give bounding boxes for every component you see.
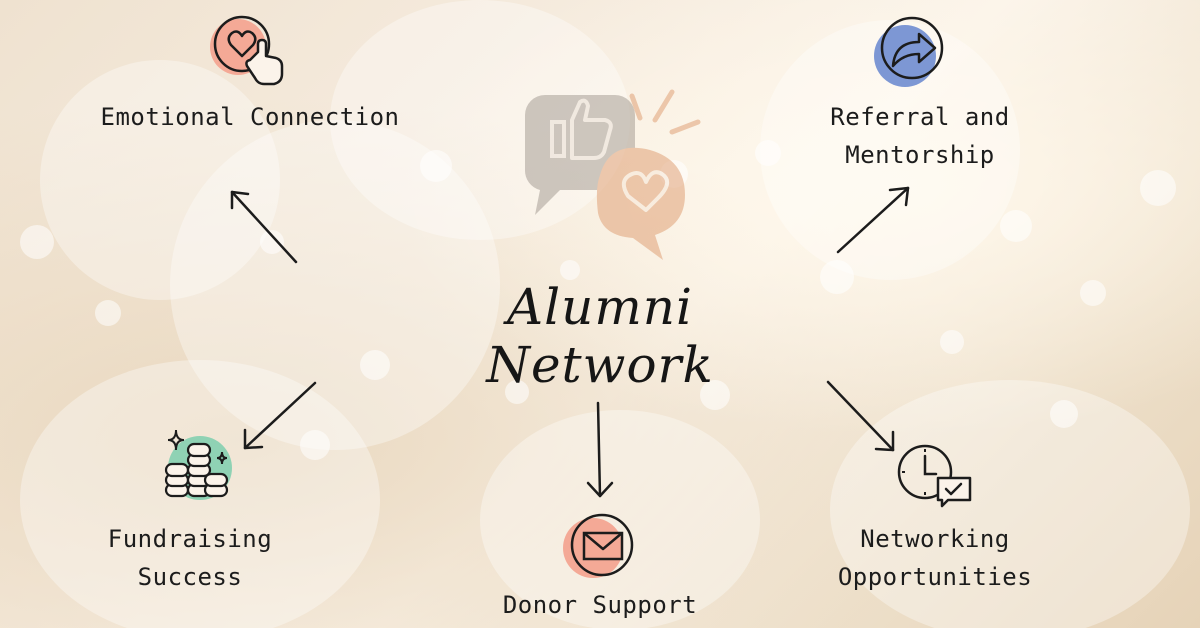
envelope-icon: [563, 513, 634, 578]
arrow-to-referral-mentorship: [836, 186, 910, 254]
node-fundraising-success: Fundraising Success: [60, 520, 320, 596]
share-arrow-icon: [874, 16, 944, 87]
arrow-to-donor-support: [586, 401, 614, 498]
node-label: Referral and Mentorship: [830, 103, 1010, 169]
node-emotional-connection: Emotional Connection: [100, 98, 400, 136]
diagram-title: Alumni Network: [486, 278, 714, 394]
node-networking-opportunities: Networking Opportunities: [800, 520, 1070, 596]
coin-stacks-icon: [164, 429, 232, 500]
node-donor-support: Donor Support: [460, 586, 740, 624]
arrow-to-networking-opportunities: [826, 380, 895, 452]
arrow-to-fundraising-success: [243, 381, 317, 450]
heart-click-icon: [210, 15, 284, 86]
thumbs-up-heart-speech-bubbles-icon: [524, 89, 701, 260]
arrow-to-emotional-connection: [230, 190, 298, 264]
node-label: Networking Opportunities: [837, 525, 1033, 591]
node-referral-mentorship: Referral and Mentorship: [780, 98, 1060, 174]
node-label: Fundraising Success: [107, 525, 273, 591]
node-label: Donor Support: [502, 591, 698, 619]
clock-chat-icon: [897, 444, 972, 508]
node-label: Emotional Connection: [100, 103, 400, 131]
